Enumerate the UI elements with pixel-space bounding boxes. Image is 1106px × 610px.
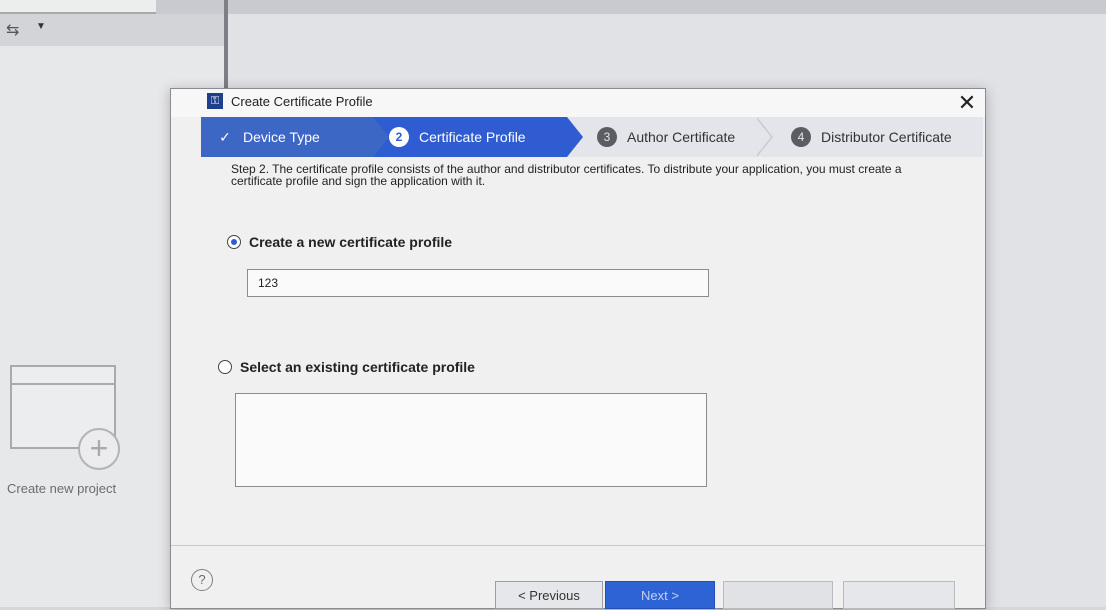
- add-project-icon[interactable]: +: [78, 428, 120, 470]
- finish-button[interactable]: [723, 581, 833, 609]
- wizard-steps: ✓ Device Type 2 Certificate Profile 3 Au…: [201, 117, 983, 157]
- step-number-badge: 2: [389, 127, 409, 147]
- step-author-certificate[interactable]: 3 Author Certificate: [583, 117, 755, 157]
- step-label: Device Type: [243, 129, 320, 145]
- create-certificate-profile-dialog: ⚿ Create Certificate Profile ✕ ✓ Device …: [170, 88, 986, 609]
- cancel-button[interactable]: [843, 581, 955, 609]
- step-certificate-profile[interactable]: 2 Certificate Profile: [373, 117, 567, 157]
- step-description: Step 2. The certificate profile consists…: [231, 162, 902, 188]
- thumbnail-titlebar: [12, 367, 114, 385]
- step-number-badge: 3: [597, 127, 617, 147]
- ide-top-strip: [0, 0, 1106, 14]
- create-new-profile-label: Create a new certificate profile: [249, 234, 453, 250]
- step-separator: [755, 117, 771, 157]
- check-icon: ✓: [219, 128, 231, 145]
- footer-divider: [171, 545, 985, 546]
- profile-name-input[interactable]: 123: [247, 269, 709, 297]
- certificate-app-icon: ⚿: [207, 93, 223, 109]
- ide-editor-tab[interactable]: [0, 0, 156, 14]
- select-existing-profile-option[interactable]: Select an existing certificate profile: [218, 359, 475, 375]
- step-label: Certificate Profile: [419, 129, 526, 145]
- step-device-type[interactable]: ✓ Device Type: [201, 117, 373, 157]
- step-label: Author Certificate: [627, 129, 736, 145]
- create-new-project-label[interactable]: Create new project: [7, 481, 116, 496]
- help-icon[interactable]: ?: [191, 569, 213, 591]
- create-new-profile-option[interactable]: Create a new certificate profile: [227, 234, 452, 250]
- dialog-titlebar: ⚿ Create Certificate Profile ✕: [171, 89, 985, 117]
- chevron-down-icon[interactable]: ▼: [36, 21, 46, 32]
- sync-icon[interactable]: ⇆: [6, 20, 19, 40]
- next-button[interactable]: Next >: [605, 581, 715, 609]
- step-number-badge: 4: [791, 127, 811, 147]
- step-label: Distributor Certificate: [821, 129, 952, 145]
- ide-panel-toolbar: [0, 14, 224, 46]
- step-separator: [373, 117, 389, 157]
- create-new-profile-radio[interactable]: [227, 235, 241, 249]
- select-existing-profile-label: Select an existing certificate profile: [240, 359, 475, 375]
- step-distributor-certificate[interactable]: 4 Distributor Certificate: [775, 117, 983, 157]
- existing-profile-list[interactable]: [235, 393, 707, 487]
- dialog-title: Create Certificate Profile: [231, 94, 373, 109]
- previous-button[interactable]: < Previous: [495, 581, 603, 609]
- step-separator: [567, 117, 583, 157]
- select-existing-profile-radio[interactable]: [218, 360, 232, 374]
- close-icon[interactable]: ✕: [953, 89, 981, 117]
